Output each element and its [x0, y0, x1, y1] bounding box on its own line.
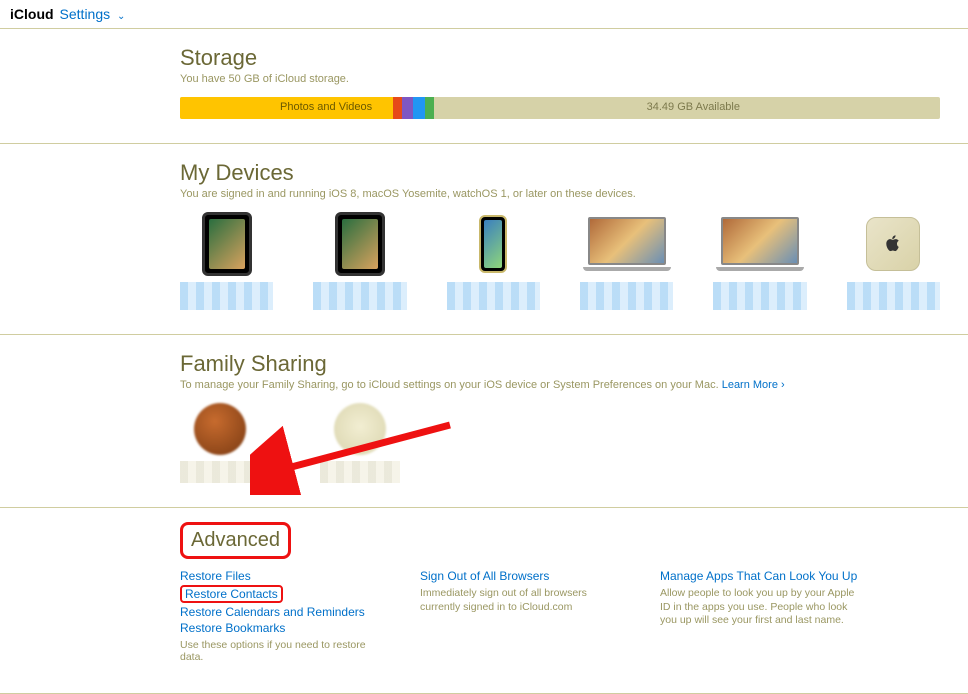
signout-column: Sign Out of All Browsers Immediately sig…: [420, 569, 620, 663]
advanced-section: Advanced Restore Files Restore Contacts …: [0, 508, 968, 694]
device-ipad-1[interactable]: [180, 212, 273, 310]
manageapps-desc: Allow people to look you up by your Appl…: [660, 587, 860, 628]
ipad-icon: [202, 212, 252, 276]
storage-seg-4: [413, 97, 424, 119]
device-label: [580, 282, 673, 310]
macmini-icon: [866, 217, 920, 271]
family-title: Family Sharing: [180, 351, 940, 377]
storage-subtitle: You have 50 GB of iCloud storage.: [180, 73, 940, 85]
annotation-box-advanced: Advanced: [180, 522, 291, 559]
settings-dropdown[interactable]: Settings ⌄: [60, 6, 126, 22]
device-label: [313, 282, 406, 310]
devices-title: My Devices: [180, 160, 940, 186]
signout-link[interactable]: Sign Out of All Browsers: [420, 569, 620, 583]
learn-more-link[interactable]: Learn More ›: [722, 379, 785, 391]
icloud-brand: iCloud: [10, 6, 54, 22]
advanced-title: Advanced: [191, 529, 280, 551]
devices-subtitle: You are signed in and running iOS 8, mac…: [180, 188, 940, 200]
storage-title: Storage: [180, 45, 940, 71]
device-label: [713, 282, 806, 310]
avatar: [334, 403, 386, 455]
device-label: [180, 282, 273, 310]
devices-section: My Devices You are signed in and running…: [0, 144, 968, 335]
avatar: [194, 403, 246, 455]
macbook-icon: [716, 217, 804, 271]
member-label: [180, 461, 260, 483]
restore-files-link[interactable]: Restore Files: [180, 569, 380, 583]
chevron-down-icon: ⌄: [117, 11, 125, 22]
storage-available-label: 34.49 GB Available: [647, 101, 740, 113]
storage-section: Storage You have 50 GB of iCloud storage…: [0, 29, 968, 144]
family-subtitle: To manage your Family Sharing, go to iCl…: [180, 379, 940, 391]
settings-label: Settings: [60, 6, 111, 22]
iphone-icon: [479, 215, 507, 273]
signout-desc: Immediately sign out of all browsers cur…: [420, 587, 620, 614]
device-label: [447, 282, 540, 310]
restore-calendars-link[interactable]: Restore Calendars and Reminders: [180, 605, 380, 619]
family-section: Family Sharing To manage your Family Sha…: [0, 335, 968, 508]
ipad-icon: [335, 212, 385, 276]
macbook-icon: [583, 217, 671, 271]
family-subtitle-text: To manage your Family Sharing, go to iCl…: [180, 379, 722, 391]
member-label: [320, 461, 400, 483]
device-macmini[interactable]: [847, 212, 940, 310]
restore-contacts-link[interactable]: Restore Contacts: [180, 585, 283, 603]
manageapps-column: Manage Apps That Can Look You Up Allow p…: [660, 569, 860, 663]
storage-photos-label: Photos and Videos: [280, 101, 372, 113]
restore-note: Use these options if you need to restore…: [180, 639, 380, 663]
storage-seg-5: [425, 97, 434, 119]
manageapps-link[interactable]: Manage Apps That Can Look You Up: [660, 569, 860, 583]
storage-seg-2: [393, 97, 402, 119]
device-ipad-2[interactable]: [313, 212, 406, 310]
family-member-1[interactable]: [180, 403, 260, 483]
family-member-2[interactable]: [320, 403, 400, 483]
app-header: iCloud Settings ⌄: [0, 0, 968, 29]
device-iphone[interactable]: [447, 212, 540, 310]
restore-column: Restore Files Restore Contacts Restore C…: [180, 569, 380, 663]
device-macbook-1[interactable]: [580, 212, 673, 310]
restore-bookmarks-link[interactable]: Restore Bookmarks: [180, 621, 380, 635]
storage-bar[interactable]: Photos and Videos 34.49 GB Available: [180, 97, 940, 119]
device-label: [847, 282, 940, 310]
storage-seg-3: [402, 97, 413, 119]
device-macbook-2[interactable]: [713, 212, 806, 310]
